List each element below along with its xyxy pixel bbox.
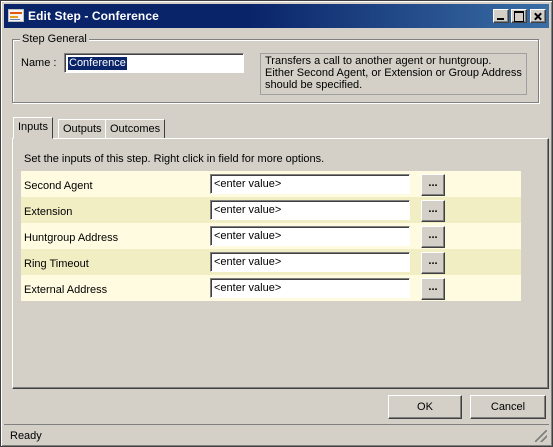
title-bar[interactable]: Edit Step - Conference (4, 4, 549, 28)
description-line: should be specified. (265, 79, 363, 91)
input-label: Huntgroup Address (24, 232, 119, 244)
input-row-huntgroup-address: Huntgroup Address <enter value> ... (21, 223, 521, 249)
status-text: Ready (10, 430, 42, 442)
tab-inputs[interactable]: Inputs (13, 117, 53, 139)
name-label: Name : (21, 57, 57, 69)
name-input-value: Conference (68, 57, 127, 70)
name-input[interactable]: Conference (64, 53, 244, 73)
input-row-second-agent: Second Agent <enter value> ... (21, 171, 521, 197)
description-line: Transfers a call to another agent or hun… (265, 55, 492, 67)
ring-timeout-browse-button[interactable]: ... (421, 252, 445, 274)
extension-browse-button[interactable]: ... (421, 200, 445, 222)
app-icon (8, 9, 24, 22)
input-label: Ring Timeout (24, 258, 89, 270)
description-line: Either Second Agent, or Extension or Gro… (265, 67, 522, 79)
cancel-button[interactable]: Cancel (470, 395, 546, 419)
input-label: External Address (24, 284, 108, 296)
external-address-field[interactable]: <enter value> (210, 278, 410, 298)
step-general-legend: Step General (20, 33, 89, 45)
resize-grip-icon[interactable] (535, 430, 547, 442)
input-row-external-address: External Address <enter value> ... (21, 275, 521, 301)
second-agent-field[interactable]: <enter value> (210, 174, 410, 194)
status-bar: Ready (4, 424, 549, 444)
inputs-instruction: Set the inputs of this step. Right click… (24, 153, 325, 165)
input-row-ring-timeout: Ring Timeout <enter value> ... (21, 249, 521, 275)
external-address-browse-button[interactable]: ... (421, 278, 445, 300)
maximize-button[interactable] (511, 9, 527, 23)
step-description: Transfers a call to another agent or hun… (260, 53, 527, 95)
input-row-extension: Extension <enter value> ... (21, 197, 521, 223)
huntgroup-address-field[interactable]: <enter value> (210, 226, 410, 246)
edit-step-dialog: Edit Step - Conference Step General Name… (0, 0, 553, 447)
ok-button[interactable]: OK (388, 395, 462, 419)
close-button[interactable] (530, 9, 546, 23)
input-label: Second Agent (24, 180, 93, 192)
tab-outcomes[interactable]: Outcomes (105, 119, 166, 139)
input-label: Extension (24, 206, 73, 218)
tab-outputs[interactable]: Outputs (58, 119, 107, 139)
extension-field[interactable]: <enter value> (210, 200, 410, 220)
huntgroup-address-browse-button[interactable]: ... (421, 226, 445, 248)
inputs-grid: Second Agent <enter value> ... Extension… (21, 171, 521, 301)
ring-timeout-field[interactable]: <enter value> (210, 252, 410, 272)
window-title: Edit Step - Conference (28, 9, 159, 23)
second-agent-browse-button[interactable]: ... (421, 174, 445, 196)
minimize-button[interactable] (493, 9, 509, 23)
